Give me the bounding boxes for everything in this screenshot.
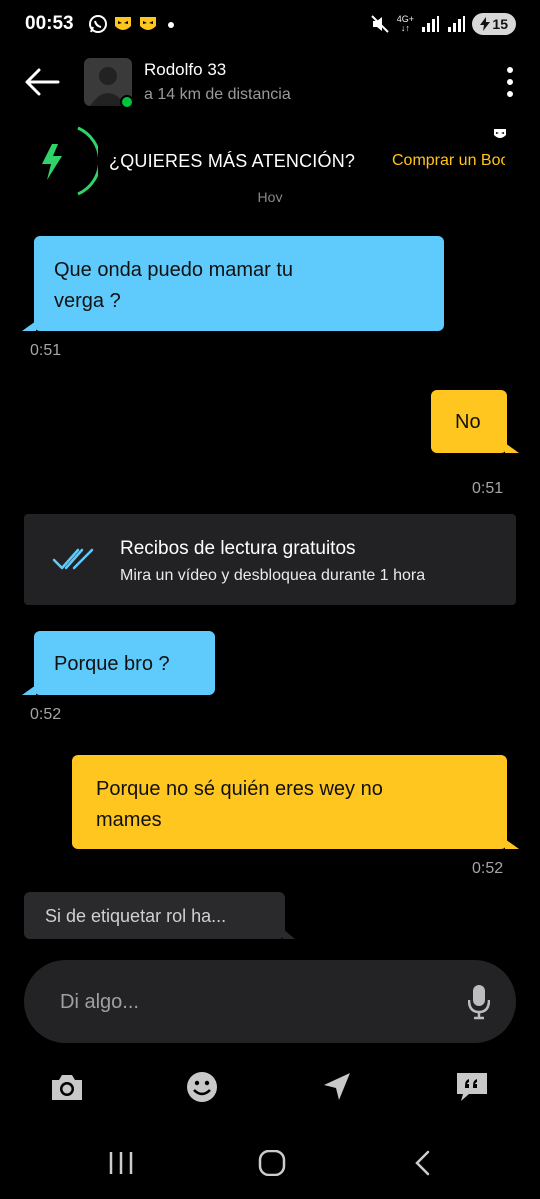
camera-icon[interactable] <box>50 1070 84 1104</box>
whatsapp-icon <box>89 15 107 33</box>
message-time: 0:51 <box>472 480 504 497</box>
suggested-reply-text: Si de etiquetar rol ha... <box>45 906 227 926</box>
quick-phrases-icon[interactable] <box>455 1070 489 1104</box>
home-icon[interactable] <box>257 1150 287 1176</box>
boost-bolt-icon <box>42 126 98 196</box>
grindr-mask-icon <box>115 17 131 30</box>
profile-name[interactable]: Rodolfo 33 <box>144 60 226 80</box>
back-nav-icon[interactable] <box>408 1150 438 1176</box>
outgoing-message[interactable]: No <box>431 390 507 453</box>
outgoing-message[interactable]: Porque no sé quién eres wey no mames <box>72 755 507 849</box>
notification-icons <box>88 14 179 34</box>
system-status: 4G+ ↓↑ 15 <box>370 13 516 35</box>
location-arrow-icon[interactable] <box>320 1070 354 1104</box>
incoming-message[interactable]: Que onda puedo mamar tu verga ? <box>34 236 444 331</box>
message-line: verga ? <box>54 290 121 312</box>
network-type: 4G+ ↓↑ <box>396 14 415 33</box>
battery-indicator: 15 <box>472 13 516 35</box>
message-line: mames <box>96 809 162 831</box>
status-bar: 00:53 4G+ ↓↑ 15 <box>0 0 540 52</box>
promo-headline: ¿QUIERES MÁS ATENCIÓN? <box>109 151 356 171</box>
bubble-tail <box>283 929 295 939</box>
suggested-reply[interactable]: Si de etiquetar rol ha... <box>24 892 285 939</box>
bubble-tail <box>22 321 36 331</box>
grindr-mask-icon <box>494 129 506 138</box>
message-input[interactable] <box>60 986 440 1018</box>
day-separator: Hoy <box>257 190 283 202</box>
dot-icon <box>168 22 174 28</box>
back-arrow-icon[interactable] <box>24 67 60 97</box>
bubble-tail <box>505 839 519 849</box>
emoji-icon[interactable] <box>185 1070 219 1104</box>
double-check-icon <box>52 548 94 570</box>
message-line: No <box>455 411 481 433</box>
message-line: Porque no sé quién eres wey no <box>96 778 383 800</box>
grindr-mask-icon <box>140 17 156 30</box>
status-time: 00:53 <box>25 13 74 34</box>
message-line: Que onda puedo mamar tu <box>54 259 294 281</box>
receipts-title: Recibos de lectura gratuitos <box>120 538 356 559</box>
message-time: 0:52 <box>472 860 504 877</box>
recents-icon[interactable] <box>106 1150 136 1176</box>
read-receipts-card[interactable]: Recibos de lectura gratuitos Mira un víd… <box>24 514 516 605</box>
battery-level: 15 <box>492 16 508 32</box>
mute-icon <box>371 15 390 33</box>
chat-actions-bar <box>0 1064 540 1108</box>
receipts-subtitle: Mira un vídeo y desbloquea durante 1 hor… <box>120 567 426 584</box>
system-navigation-bar <box>0 1138 540 1188</box>
message-composer <box>24 960 516 1043</box>
microphone-icon[interactable] <box>468 984 490 1020</box>
signal-icon <box>422 16 440 32</box>
message-time: 0:51 <box>30 342 62 359</box>
message-time: 0:52 <box>30 706 62 723</box>
message-line: Porque bro ? <box>54 653 170 675</box>
incoming-message[interactable]: Porque bro ? <box>34 631 215 695</box>
charging-icon <box>480 17 491 31</box>
more-options-icon[interactable] <box>506 66 514 98</box>
signal-icon <box>448 16 466 32</box>
buy-boost-link[interactable]: Comprar un Boost <box>392 152 505 170</box>
bubble-tail <box>22 685 36 695</box>
bubble-tail <box>505 443 519 453</box>
chat-header: Rodolfo 33 a 14 km de distancia <box>0 52 540 112</box>
online-status-dot <box>120 95 134 109</box>
profile-distance: a 14 km de distancia <box>144 86 291 103</box>
